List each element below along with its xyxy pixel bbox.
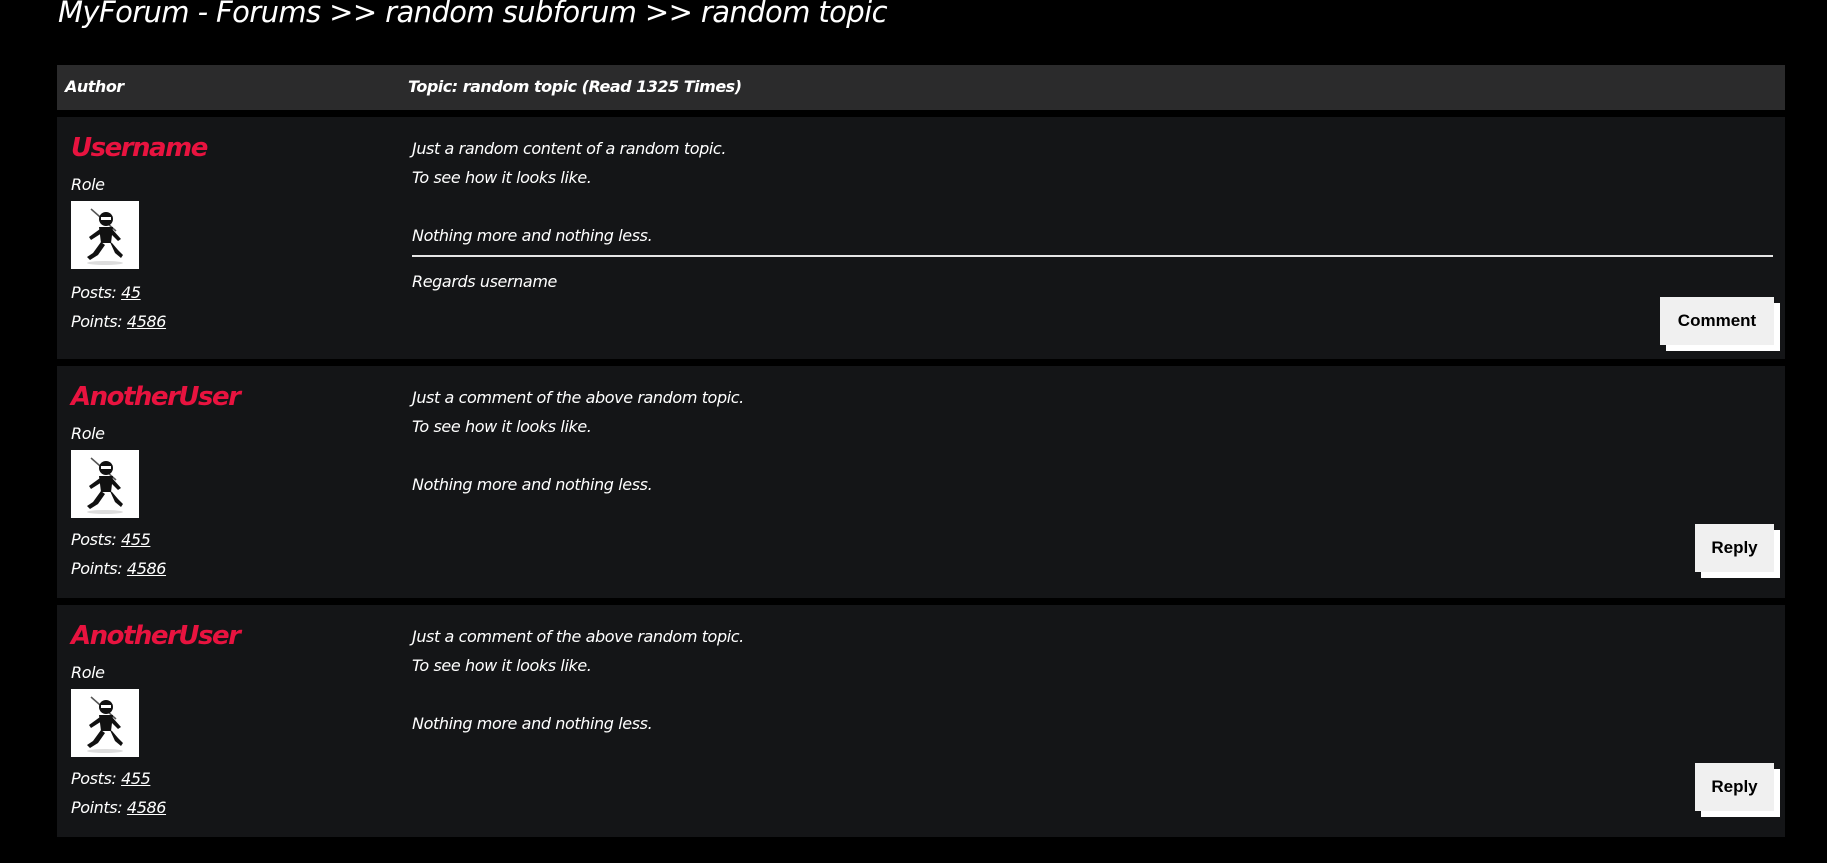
points-count-link[interactable]: 4586 <box>127 798 167 817</box>
points-count-link[interactable]: 4586 <box>127 559 167 578</box>
post-line: Just a comment of the above random topic… <box>412 627 744 646</box>
ninja-avatar-icon <box>71 450 139 518</box>
posts-stat: Posts: 45 <box>71 283 141 302</box>
user-role: Role <box>71 663 105 682</box>
reply-button[interactable]: Reply <box>1695 763 1774 811</box>
page-title: MyForum - Forums >> random subforum >> r… <box>58 0 888 29</box>
username-link[interactable]: AnotherUser <box>71 621 241 651</box>
comment-button-wrap: Comment <box>1660 297 1780 351</box>
ninja-avatar-icon <box>71 689 139 757</box>
username-link[interactable]: Username <box>71 133 208 163</box>
posts-count-link[interactable]: 455 <box>121 769 151 788</box>
user-role: Role <box>71 175 105 194</box>
post-row: Username Role Posts: 45 Points: 4586 Jus… <box>57 117 1785 359</box>
post-line: To see how it looks like. <box>412 168 592 187</box>
username-link[interactable]: AnotherUser <box>71 382 241 412</box>
post-content: Just a comment of the above random topic… <box>412 622 744 738</box>
points-count-link[interactable]: 4586 <box>127 312 167 331</box>
post-line: Nothing more and nothing less. <box>412 714 653 733</box>
post-row: AnotherUser Role Posts: 455 Points: 4586… <box>57 366 1785 598</box>
posts-label: Posts: <box>71 769 117 788</box>
posts-stat: Posts: 455 <box>71 769 151 788</box>
post-line: To see how it looks like. <box>412 656 592 675</box>
post-row: AnotherUser Role Posts: 455 Points: 4586… <box>57 605 1785 837</box>
posts-count-link[interactable]: 455 <box>121 530 151 549</box>
points-stat: Points: 4586 <box>71 312 166 331</box>
reply-button-wrap: Reply <box>1695 524 1780 578</box>
author-column-header: Author <box>65 77 124 96</box>
points-stat: Points: 4586 <box>71 559 166 578</box>
points-label: Points: <box>71 559 123 578</box>
posts-stat: Posts: 455 <box>71 530 151 549</box>
post-content: Just a random content of a random topic.… <box>412 134 726 250</box>
posts-label: Posts: <box>71 283 117 302</box>
points-stat: Points: 4586 <box>71 798 166 817</box>
user-role: Role <box>71 424 105 443</box>
table-header: Author Topic: random topic (Read 1325 Ti… <box>57 65 1785 110</box>
post-signature: Regards username <box>412 272 557 291</box>
ninja-avatar-icon <box>71 201 139 269</box>
post-line: To see how it looks like. <box>412 417 592 436</box>
posts-label: Posts: <box>71 530 117 549</box>
signature-divider <box>412 255 1773 257</box>
points-label: Points: <box>71 312 123 331</box>
post-line: Just a comment of the above random topic… <box>412 388 744 407</box>
post-line: Just a random content of a random topic. <box>412 139 727 158</box>
post-content: Just a comment of the above random topic… <box>412 383 744 499</box>
topic-table: Author Topic: random topic (Read 1325 Ti… <box>57 65 1785 837</box>
post-line: Nothing more and nothing less. <box>412 475 653 494</box>
points-label: Points: <box>71 798 123 817</box>
reply-button[interactable]: Reply <box>1695 524 1774 572</box>
post-line: Nothing more and nothing less. <box>412 226 653 245</box>
reply-button-wrap: Reply <box>1695 763 1780 817</box>
topic-column-header: Topic: random topic (Read 1325 Times) <box>408 77 742 96</box>
comment-button[interactable]: Comment <box>1660 297 1774 345</box>
posts-count-link[interactable]: 45 <box>121 283 141 302</box>
